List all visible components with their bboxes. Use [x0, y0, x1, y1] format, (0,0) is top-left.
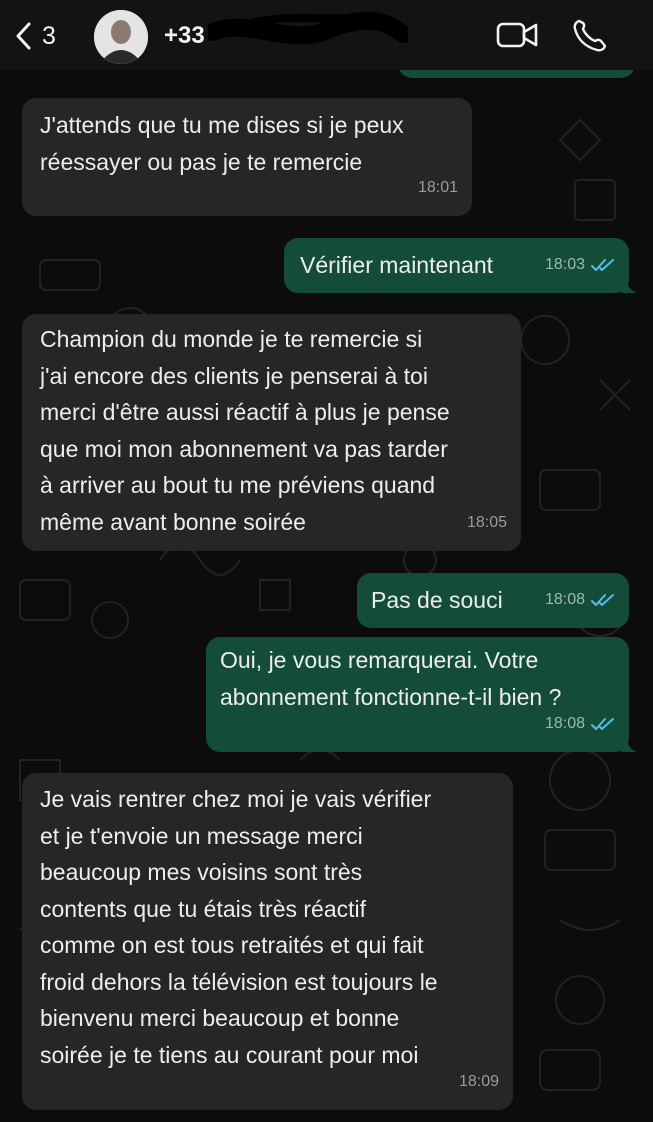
- video-call-icon[interactable]: [496, 18, 538, 52]
- message-text: Champion du monde je te remercie si j'ai…: [40, 326, 450, 535]
- message-meta: 18:05: [467, 505, 507, 542]
- message-text: Oui, je vous remarquerai. Votre abonneme…: [220, 647, 562, 710]
- message-meta: 18:09: [459, 1064, 499, 1101]
- read-receipt-icon: [591, 258, 614, 271]
- back-button[interactable]: 3: [14, 18, 56, 54]
- message-meta: 18:01: [418, 170, 458, 207]
- message-meta: 18:08: [545, 706, 615, 743]
- message-bubble-outgoing[interactable]: Oui, je vous remarquerai. Votre abonneme…: [206, 637, 637, 752]
- message-time: 18:01: [417, 178, 458, 196]
- message-text: J'attends que tu me dises si je peux rée…: [40, 112, 404, 175]
- bubble-tail: [621, 738, 637, 752]
- chat-screen: 3 +33 J'attends que tu me dises si je pe…: [0, 0, 653, 1122]
- message-text: Je vais rentrer chez moi je vais vérifie…: [40, 786, 438, 1068]
- avatar-photo: [94, 10, 148, 64]
- phone-call-icon[interactable]: [570, 18, 612, 52]
- message-meta: 18:08: [545, 582, 615, 619]
- chevron-left-icon: [16, 22, 31, 50]
- message-time: 18:05: [466, 513, 507, 531]
- message-bubble-incoming[interactable]: Champion du monde je te remercie si j'ai…: [22, 314, 521, 551]
- message-bubble-outgoing[interactable]: Vérifier maintenant 18:03: [284, 238, 637, 293]
- message-time: 18:09: [458, 1072, 499, 1090]
- message-bubble-outgoing[interactable]: Pas de souci 18:08: [357, 573, 629, 628]
- redacted-phone-number: [208, 12, 408, 45]
- read-receipt-icon: [591, 593, 614, 606]
- avatar[interactable]: [94, 10, 148, 64]
- message-time: 18:08: [544, 714, 585, 732]
- contact-name[interactable]: +33: [164, 22, 205, 50]
- read-receipt-icon: [591, 717, 614, 730]
- message-time: 18:08: [544, 590, 585, 608]
- chat-header: 3 +33: [0, 0, 653, 70]
- message-bubble-incoming[interactable]: Je vais rentrer chez moi je vais vérifie…: [22, 773, 513, 1110]
- message-bubble-incoming[interactable]: J'attends que tu me dises si je peux rée…: [22, 98, 472, 216]
- unread-count: 3: [42, 21, 56, 50]
- bubble-tail: [621, 279, 637, 293]
- message-meta: 18:03: [545, 247, 615, 284]
- message-time: 18:03: [544, 255, 585, 273]
